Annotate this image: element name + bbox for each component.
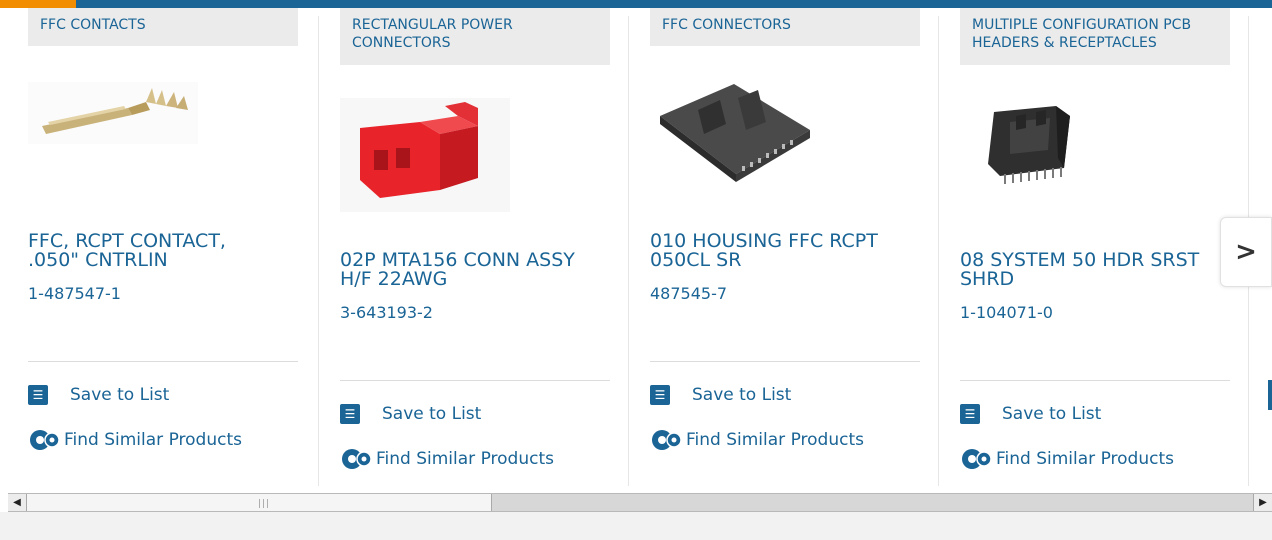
scrollbar-thumb[interactable]: ||| [27, 494, 492, 511]
part-number: 3-643193-2 [340, 303, 433, 322]
product-title[interactable]: 02P MTA156 CONN ASSY H/F 22AWG [340, 251, 595, 289]
gears-icon [30, 430, 60, 450]
scroll-left-arrow-icon[interactable]: ◀ [8, 494, 27, 511]
save-to-list-label: Save to List [382, 404, 482, 424]
ffc-housing-image[interactable] [650, 82, 820, 190]
find-similar-label: Find Similar Products [376, 449, 554, 469]
save-to-list-button[interactable]: ☰ Save to List [960, 403, 1101, 425]
part-number: 1-487547-1 [28, 284, 121, 303]
product-title[interactable]: FFC, RCPT CONTACT, .050" CNTRLIN [28, 232, 283, 270]
gears-icon [962, 449, 992, 469]
card-divider [938, 16, 939, 486]
scroll-right-arrow-icon[interactable]: ▶ [1253, 494, 1272, 511]
chevron-right-icon: > [1235, 237, 1257, 267]
save-to-list-button[interactable]: ☰ Save to List [340, 403, 481, 425]
find-similar-label: Find Similar Products [996, 449, 1174, 469]
save-to-list-label: Save to List [1002, 404, 1102, 424]
product-card: FFC CONNECTORS 010 HOUSING FFC RCPT 050C… [650, 8, 920, 486]
card-divider [318, 16, 319, 486]
scrollbar-grip: ||| [258, 499, 271, 509]
category-label: FFC CONNECTORS [650, 8, 920, 46]
carousel-next-button[interactable]: > [1220, 217, 1272, 287]
red-connector-image[interactable] [340, 98, 510, 212]
save-to-list-label: Save to List [692, 385, 792, 405]
save-to-list-label: Save to List [70, 385, 170, 405]
gears-icon [652, 430, 682, 450]
part-number: 487545-7 [650, 284, 728, 303]
part-number: 1-104071-0 [960, 303, 1053, 322]
next-card-peek [1268, 380, 1272, 410]
category-label: RECTANGULAR POWER CONNECTORS [340, 8, 610, 65]
category-label: FFC CONTACTS [28, 8, 298, 46]
category-label: MULTIPLE CONFIGURATION PCB HEADERS & REC… [960, 8, 1230, 65]
product-card: RECTANGULAR POWER CONNECTORS 02P MTA156 … [340, 8, 610, 486]
product-title[interactable]: 08 SYSTEM 50 HDR SRST SHRD [960, 251, 1215, 289]
find-similar-button[interactable]: Find Similar Products [650, 428, 864, 452]
find-similar-label: Find Similar Products [64, 430, 242, 450]
card-divider [628, 16, 629, 486]
horizontal-scrollbar[interactable]: ◀ ||| ▶ [8, 493, 1272, 512]
ffc-contact-image[interactable] [28, 82, 198, 144]
save-to-list-button[interactable]: ☰ Save to List [650, 384, 791, 406]
card-separator [960, 380, 1230, 381]
find-similar-button[interactable]: Find Similar Products [28, 428, 242, 452]
card-separator [340, 380, 610, 381]
product-card: FFC CONTACTS FFC, RCPT CONTACT, .050" CN… [28, 8, 298, 486]
save-to-list-button[interactable]: ☰ Save to List [28, 384, 169, 406]
find-similar-button[interactable]: Find Similar Products [960, 447, 1174, 471]
active-tab-indicator [0, 0, 76, 8]
card-separator [28, 361, 298, 362]
checklist-icon: ☰ [960, 404, 980, 424]
product-carousel: FFC CONTACTS FFC, RCPT CONTACT, .050" CN… [0, 8, 1272, 486]
card-separator [650, 361, 920, 362]
pcb-header-image[interactable] [960, 98, 1130, 208]
find-similar-button[interactable]: Find Similar Products [340, 447, 554, 471]
gears-icon [342, 449, 372, 469]
product-card: MULTIPLE CONFIGURATION PCB HEADERS & REC… [960, 8, 1230, 486]
top-accent-bar [0, 0, 1272, 8]
checklist-icon: ☰ [28, 385, 48, 405]
checklist-icon: ☰ [650, 385, 670, 405]
product-title[interactable]: 010 HOUSING FFC RCPT 050CL SR [650, 232, 905, 270]
find-similar-label: Find Similar Products [686, 430, 864, 450]
footer-area [0, 512, 1272, 540]
checklist-icon: ☰ [340, 404, 360, 424]
